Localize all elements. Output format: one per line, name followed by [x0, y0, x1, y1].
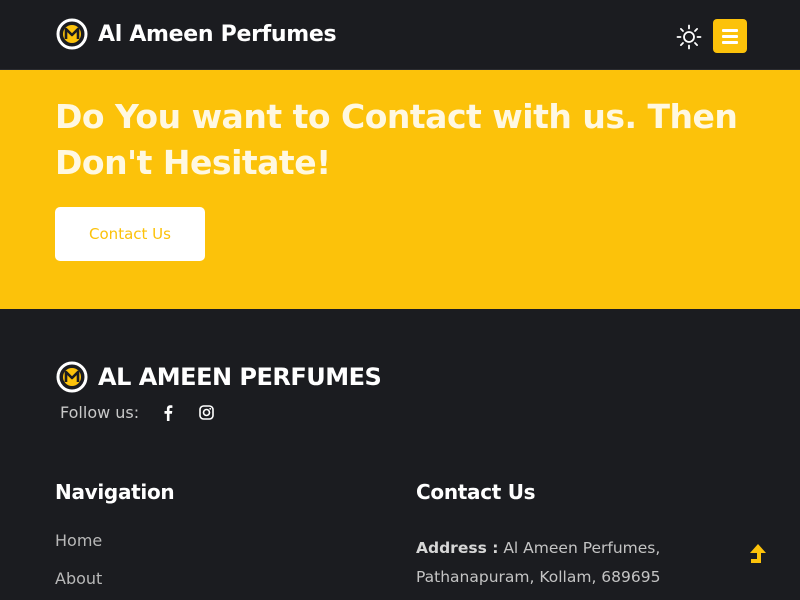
site-header: Al Ameen Perfumes [0, 0, 800, 70]
follow-us: Follow us: [60, 403, 215, 422]
navigation-title: Navigation [55, 480, 175, 504]
cta-title: Do You want to Contact with us. Then Don… [55, 97, 738, 182]
footer-brand[interactable]: AL AMEEN PERFUMES [56, 361, 382, 393]
instagram-icon[interactable] [197, 404, 215, 422]
contact-address: Address : Al Ameen Perfumes, Pathanapura… [416, 534, 716, 592]
facebook-icon[interactable] [159, 404, 177, 422]
menu-bar [722, 40, 738, 44]
brand-name: Al Ameen Perfumes [98, 21, 337, 47]
nav-link-home[interactable]: Home [55, 531, 102, 550]
nav-link-about[interactable]: About [55, 569, 102, 588]
address-label: Address : [416, 539, 499, 557]
perfume-logo-icon [56, 18, 88, 50]
menu-bar [722, 28, 738, 32]
perfume-logo-icon [56, 361, 88, 393]
contact-us-button[interactable]: Contact Us [55, 207, 205, 261]
contact-title: Contact Us [416, 480, 536, 504]
sun-icon[interactable] [676, 24, 702, 50]
arrow-up-icon[interactable] [746, 542, 770, 568]
contact-cta-section: Do You want to Contact with us. Then Don… [0, 70, 800, 309]
header-brand[interactable]: Al Ameen Perfumes [56, 18, 337, 50]
follow-label: Follow us: [60, 403, 140, 422]
footer-brand-name: AL AMEEN PERFUMES [98, 363, 382, 391]
menu-bar [722, 34, 738, 38]
hamburger-menu-icon[interactable] [713, 19, 747, 53]
